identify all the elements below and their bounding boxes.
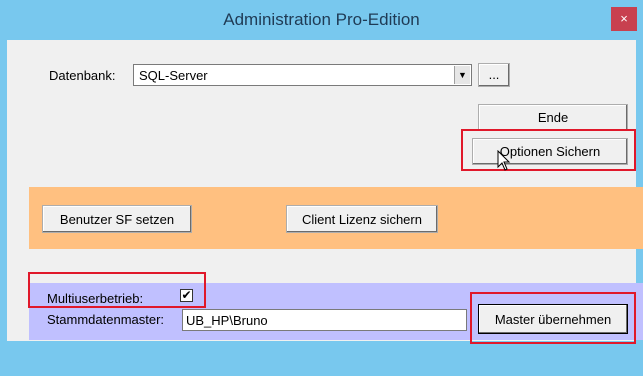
stammdaten-field[interactable]: UB_HP\Bruno [182, 309, 467, 331]
benutzer-sf-setzen-button[interactable]: Benutzer SF setzen [42, 205, 192, 233]
database-label: Datenbank: [49, 68, 116, 83]
mouse-cursor-icon [497, 150, 511, 171]
database-select[interactable]: SQL-Server ▼ [133, 64, 472, 86]
chevron-down-icon[interactable]: ▼ [454, 66, 470, 84]
client-lizenz-sichern-button[interactable]: Client Lizenz sichern [286, 205, 438, 233]
window-title: Administration Pro-Edition [223, 10, 420, 29]
close-icon[interactable]: × [611, 7, 637, 31]
ende-button[interactable]: Ende [478, 104, 628, 131]
highlight-optionen [461, 129, 636, 171]
stammdaten-label: Stammdatenmaster: [47, 312, 165, 327]
stammdaten-value: UB_HP\Bruno [186, 313, 268, 328]
database-value: SQL-Server [139, 68, 208, 83]
highlight-master [470, 292, 636, 344]
title-bar: Administration Pro-Edition × [0, 0, 643, 40]
application-window: Administration Pro-Edition × Datenbank: … [0, 0, 643, 376]
browse-button[interactable]: ... [478, 63, 510, 87]
highlight-multiuser [28, 272, 206, 308]
